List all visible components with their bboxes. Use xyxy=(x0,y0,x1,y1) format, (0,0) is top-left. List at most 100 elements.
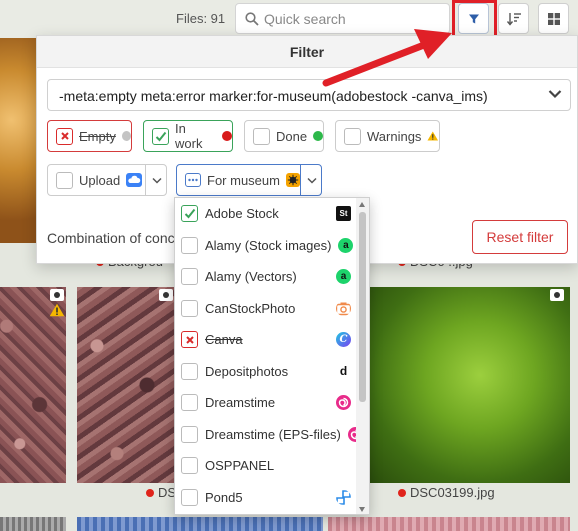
camera-icon xyxy=(550,289,564,301)
dropdown-item-dreamstime-eps[interactable]: Dreamstime (EPS-files) xyxy=(175,419,363,451)
checkbox[interactable] xyxy=(181,268,198,286)
dropdown-item-label: Alamy (Vectors) xyxy=(205,269,297,285)
dropdown-item-label: Dreamstime (EPS-files) xyxy=(205,426,341,442)
checkbox[interactable] xyxy=(181,457,198,475)
checkbox[interactable] xyxy=(181,236,198,254)
search-icon xyxy=(245,12,259,26)
view-mode-button[interactable] xyxy=(538,3,569,34)
thumbnail-image[interactable] xyxy=(77,287,177,483)
combination-label: Combination of conc xyxy=(47,230,175,246)
filter-chip-upload[interactable]: Upload xyxy=(47,164,167,196)
status-dot xyxy=(398,488,406,497)
filter-chip-done[interactable]: Done xyxy=(244,120,324,152)
dropdown-item-adobe-stock[interactable]: Adobe Stock St xyxy=(175,198,357,230)
filter-chip-label: Empty xyxy=(79,128,116,144)
marker-list-icon xyxy=(185,173,201,187)
toolbar: Files: 91 xyxy=(0,0,578,42)
status-dot xyxy=(222,131,232,141)
check-icon xyxy=(184,209,195,219)
thumbnail-caption: DSC03199.jpg xyxy=(398,485,495,500)
files-count: Files: 91 xyxy=(176,11,226,26)
museum-dropdown-toggle[interactable] xyxy=(300,165,322,195)
upload-dropdown-toggle[interactable] xyxy=(145,165,168,195)
filter-query-input[interactable]: -meta:empty meta:error marker:for-museum… xyxy=(47,79,571,111)
checkbox[interactable] xyxy=(344,127,361,145)
thumbnail-image[interactable] xyxy=(370,287,570,483)
alamy-logo-icon: a xyxy=(338,237,354,253)
adobe-stock-logo-icon: St xyxy=(336,206,351,222)
dropdown-item-dreamstime[interactable]: Dreamstime xyxy=(175,387,357,419)
dropdown-item-label: Alamy (Stock images) xyxy=(205,237,332,253)
dropdown-item-label: OSPPANEL xyxy=(205,458,275,474)
checkbox[interactable] xyxy=(56,171,73,189)
alamy-logo-icon: a xyxy=(336,269,351,285)
checkbox[interactable] xyxy=(181,425,198,443)
dropdown-item-alamy-vectors[interactable]: Alamy (Vectors) a xyxy=(175,261,357,293)
dropdown-item-canva[interactable]: Canva C xyxy=(175,324,357,356)
dropdown-item-label: Dreamstime xyxy=(205,395,276,411)
close-icon xyxy=(185,336,194,344)
warning-icon xyxy=(49,303,65,317)
filter-chip-for-museum[interactable]: For museum xyxy=(176,164,322,196)
camera-logo-icon xyxy=(336,302,351,315)
pond5-logo-icon xyxy=(336,489,351,505)
chevron-down-icon xyxy=(152,177,162,184)
annotation-arrow xyxy=(322,29,452,87)
dropdown-item-depositphotos[interactable]: Depositphotos d xyxy=(175,356,357,388)
dropdown-item-pond5[interactable]: Pond5 xyxy=(175,482,357,514)
filter-chip-label: Warnings xyxy=(367,128,422,144)
filter-chip-warnings[interactable]: Warnings xyxy=(335,120,440,152)
stock-agency-dropdown: Adobe Stock St Alamy (Stock images) a Al… xyxy=(174,197,370,515)
depositphotos-logo-icon: d xyxy=(336,363,351,379)
dropdown-item-label: Adobe Stock xyxy=(205,206,279,222)
dropdown-item-label: Canva xyxy=(205,332,243,348)
filter-chip-label: Upload xyxy=(79,172,121,188)
scrollbar-thumb[interactable] xyxy=(359,212,366,402)
grid-view-icon xyxy=(547,12,560,25)
check-icon xyxy=(155,131,166,141)
museum-marker-icon xyxy=(285,173,300,187)
status-dot xyxy=(313,131,323,141)
exclude-checkbox[interactable] xyxy=(181,331,198,349)
checkbox[interactable] xyxy=(181,394,198,412)
thumbnail-image[interactable] xyxy=(0,517,66,531)
cloud-upload-icon xyxy=(126,173,143,187)
scroll-down-arrow-icon[interactable] xyxy=(359,507,365,512)
filter-chip-label: For museum xyxy=(207,172,280,188)
checkbox[interactable] xyxy=(181,205,198,223)
dropdown-item-canstockphoto[interactable]: CanStockPhoto xyxy=(175,293,357,325)
thumbnail-image[interactable] xyxy=(328,517,570,531)
dropdown-item-osppanel[interactable]: OSPPANEL xyxy=(175,450,357,482)
filter-panel-title: Filter xyxy=(37,36,577,68)
chevron-down-icon xyxy=(306,177,317,184)
reset-filter-button[interactable]: Reset filter xyxy=(472,220,568,254)
filter-query-text: -meta:empty meta:error marker:for-museum… xyxy=(59,88,488,104)
dreamstime-logo-icon xyxy=(336,395,351,411)
sort-button[interactable] xyxy=(498,3,529,34)
filter-chip-empty[interactable]: Empty xyxy=(47,120,132,152)
canva-logo-icon: C xyxy=(336,332,351,348)
status-dot xyxy=(121,131,131,141)
camera-icon xyxy=(50,289,64,301)
checkbox[interactable] xyxy=(253,127,270,145)
dropdown-item-label: Pond5 xyxy=(205,489,243,505)
dropdown-item-label: CanStockPhoto xyxy=(205,300,296,316)
checkbox[interactable] xyxy=(181,362,198,380)
filter-chip-in-work[interactable]: In work xyxy=(143,120,233,152)
chevron-down-icon[interactable] xyxy=(548,89,562,99)
sort-icon xyxy=(506,12,521,26)
thumbnail-image[interactable] xyxy=(77,517,323,531)
filter-chip-label: In work xyxy=(175,121,203,151)
scroll-up-arrow-icon[interactable] xyxy=(359,202,365,207)
checkbox[interactable] xyxy=(152,127,169,145)
dropdown-item-label: Depositphotos xyxy=(205,363,289,379)
exclude-checkbox[interactable] xyxy=(56,127,73,145)
camera-icon xyxy=(159,289,173,301)
dropdown-scrollbar[interactable] xyxy=(356,198,369,514)
dropdown-item-alamy-stock[interactable]: Alamy (Stock images) a xyxy=(175,230,357,262)
checkbox[interactable] xyxy=(181,488,198,506)
status-dot xyxy=(146,488,154,497)
thumbnail-image[interactable] xyxy=(0,38,38,243)
warning-icon xyxy=(427,131,439,141)
checkbox[interactable] xyxy=(181,299,198,317)
